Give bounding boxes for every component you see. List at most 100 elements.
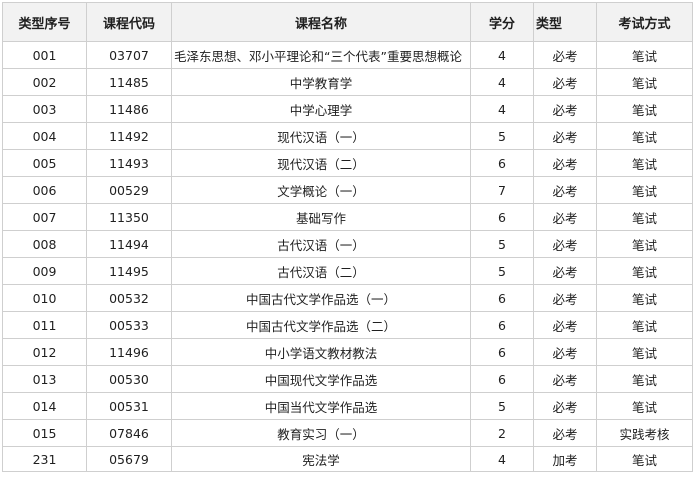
cell-course-name: 教育实习（一） xyxy=(171,419,471,447)
cell-exam: 笔试 xyxy=(596,203,693,231)
cell-code: 11496 xyxy=(86,338,172,366)
table-row: 007 11350 基础写作 6 必考 笔试 xyxy=(2,203,693,231)
cell-course-name: 文学概论（一） xyxy=(171,176,471,204)
table-row: 011 00533 中国古代文学作品选（二） 6 必考 笔试 xyxy=(2,311,693,339)
cell-type: 必考 xyxy=(533,365,597,393)
cell-course-name: 中小学语文教材教法 xyxy=(171,338,471,366)
cell-type: 必考 xyxy=(533,419,597,447)
cell-exam: 笔试 xyxy=(596,122,693,150)
cell-credits: 7 xyxy=(470,176,534,204)
cell-exam: 笔试 xyxy=(596,257,693,285)
cell-course-name: 古代汉语（二） xyxy=(171,257,471,285)
cell-course-name: 宪法学 xyxy=(171,446,471,472)
cell-seq: 010 xyxy=(2,284,87,312)
cell-seq: 014 xyxy=(2,392,87,420)
cell-exam: 笔试 xyxy=(596,311,693,339)
cell-exam: 实践考核 xyxy=(596,419,693,447)
cell-exam: 笔试 xyxy=(596,338,693,366)
cell-seq: 005 xyxy=(2,149,87,177)
cell-seq: 004 xyxy=(2,122,87,150)
table-row: 004 11492 现代汉语（一） 5 必考 笔试 xyxy=(2,122,693,150)
cell-course-name: 中国当代文学作品选 xyxy=(171,392,471,420)
cell-seq: 002 xyxy=(2,68,87,96)
cell-type: 必考 xyxy=(533,392,597,420)
cell-exam: 笔试 xyxy=(596,365,693,393)
cell-course-name: 毛泽东思想、邓小平理论和“三个代表”重要思想概论 xyxy=(171,41,471,69)
cell-seq: 008 xyxy=(2,230,87,258)
cell-code: 00530 xyxy=(86,365,172,393)
header-name: 课程名称 xyxy=(171,2,471,42)
table-row: 001 03707 毛泽东思想、邓小平理论和“三个代表”重要思想概论 4 必考 笔试 xyxy=(2,41,693,69)
cell-credits: 6 xyxy=(470,338,534,366)
table-row: 003 11486 中学心理学 4 必考 笔试 xyxy=(2,95,693,123)
cell-code: 07846 xyxy=(86,419,172,447)
cell-code: 00533 xyxy=(86,311,172,339)
cell-exam: 笔试 xyxy=(596,176,693,204)
table-row: 002 11485 中学教育学 4 必考 笔试 xyxy=(2,68,693,96)
cell-type: 必考 xyxy=(533,68,597,96)
cell-credits: 5 xyxy=(470,392,534,420)
cell-type: 必考 xyxy=(533,257,597,285)
cell-credits: 6 xyxy=(470,284,534,312)
cell-seq: 003 xyxy=(2,95,87,123)
cell-credits: 4 xyxy=(470,95,534,123)
header-credits: 学分 xyxy=(470,2,534,42)
cell-type: 必考 xyxy=(533,338,597,366)
cell-course-name: 古代汉语（一） xyxy=(171,230,471,258)
cell-seq: 015 xyxy=(2,419,87,447)
cell-seq: 006 xyxy=(2,176,87,204)
table-row: 006 00529 文学概论（一） 7 必考 笔试 xyxy=(2,176,693,204)
cell-type: 必考 xyxy=(533,95,597,123)
cell-code: 05679 xyxy=(86,446,172,472)
cell-credits: 6 xyxy=(470,203,534,231)
cell-seq: 231 xyxy=(2,446,87,472)
cell-exam: 笔试 xyxy=(596,149,693,177)
cell-type: 必考 xyxy=(533,149,597,177)
table-row: 014 00531 中国当代文学作品选 5 必考 笔试 xyxy=(2,392,693,420)
table-row: 015 07846 教育实习（一） 2 必考 实践考核 xyxy=(2,419,693,447)
cell-code: 03707 xyxy=(86,41,172,69)
table-row: 009 11495 古代汉语（二） 5 必考 笔试 xyxy=(2,257,693,285)
table-row: 012 11496 中小学语文教材教法 6 必考 笔试 xyxy=(2,338,693,366)
header-type: 类型 xyxy=(533,2,597,42)
cell-seq: 011 xyxy=(2,311,87,339)
cell-exam: 笔试 xyxy=(596,95,693,123)
cell-code: 11350 xyxy=(86,203,172,231)
cell-code: 11493 xyxy=(86,149,172,177)
cell-course-name: 中学心理学 xyxy=(171,95,471,123)
header-exam: 考试方式 xyxy=(596,2,693,42)
cell-type: 必考 xyxy=(533,176,597,204)
cell-credits: 6 xyxy=(470,149,534,177)
cell-credits: 6 xyxy=(470,311,534,339)
cell-code: 11492 xyxy=(86,122,172,150)
cell-course-name: 基础写作 xyxy=(171,203,471,231)
cell-type: 必考 xyxy=(533,284,597,312)
cell-code: 11494 xyxy=(86,230,172,258)
cell-seq: 013 xyxy=(2,365,87,393)
cell-course-name: 现代汉语（一） xyxy=(171,122,471,150)
cell-exam: 笔试 xyxy=(596,68,693,96)
cell-credits: 2 xyxy=(470,419,534,447)
cell-seq: 001 xyxy=(2,41,87,69)
cell-exam: 笔试 xyxy=(596,284,693,312)
cell-seq: 007 xyxy=(2,203,87,231)
cell-seq: 009 xyxy=(2,257,87,285)
cell-seq: 012 xyxy=(2,338,87,366)
cell-credits: 4 xyxy=(470,68,534,96)
cell-type: 加考 xyxy=(533,446,597,472)
table-row: 005 11493 现代汉语（二） 6 必考 笔试 xyxy=(2,149,693,177)
course-table: 类型序号 课程代码 课程名称 学分 类型 考试方式 001 03707 毛泽东思想、… xyxy=(2,2,693,472)
cell-credits: 6 xyxy=(470,365,534,393)
cell-code: 00532 xyxy=(86,284,172,312)
cell-course-name: 中国古代文学作品选（一） xyxy=(171,284,471,312)
table-header-row: 类型序号 课程代码 课程名称 学分 类型 考试方式 xyxy=(2,2,693,42)
cell-type: 必考 xyxy=(533,41,597,69)
cell-credits: 4 xyxy=(470,41,534,69)
cell-credits: 5 xyxy=(470,230,534,258)
table-row: 010 00532 中国古代文学作品选（一） 6 必考 笔试 xyxy=(2,284,693,312)
cell-credits: 5 xyxy=(470,122,534,150)
cell-code: 00529 xyxy=(86,176,172,204)
table-body: 001 03707 毛泽东思想、邓小平理论和“三个代表”重要思想概论 4 必考 笔试 002… xyxy=(2,41,693,472)
cell-code: 00531 xyxy=(86,392,172,420)
table-row: 008 11494 古代汉语（一） 5 必考 笔试 xyxy=(2,230,693,258)
